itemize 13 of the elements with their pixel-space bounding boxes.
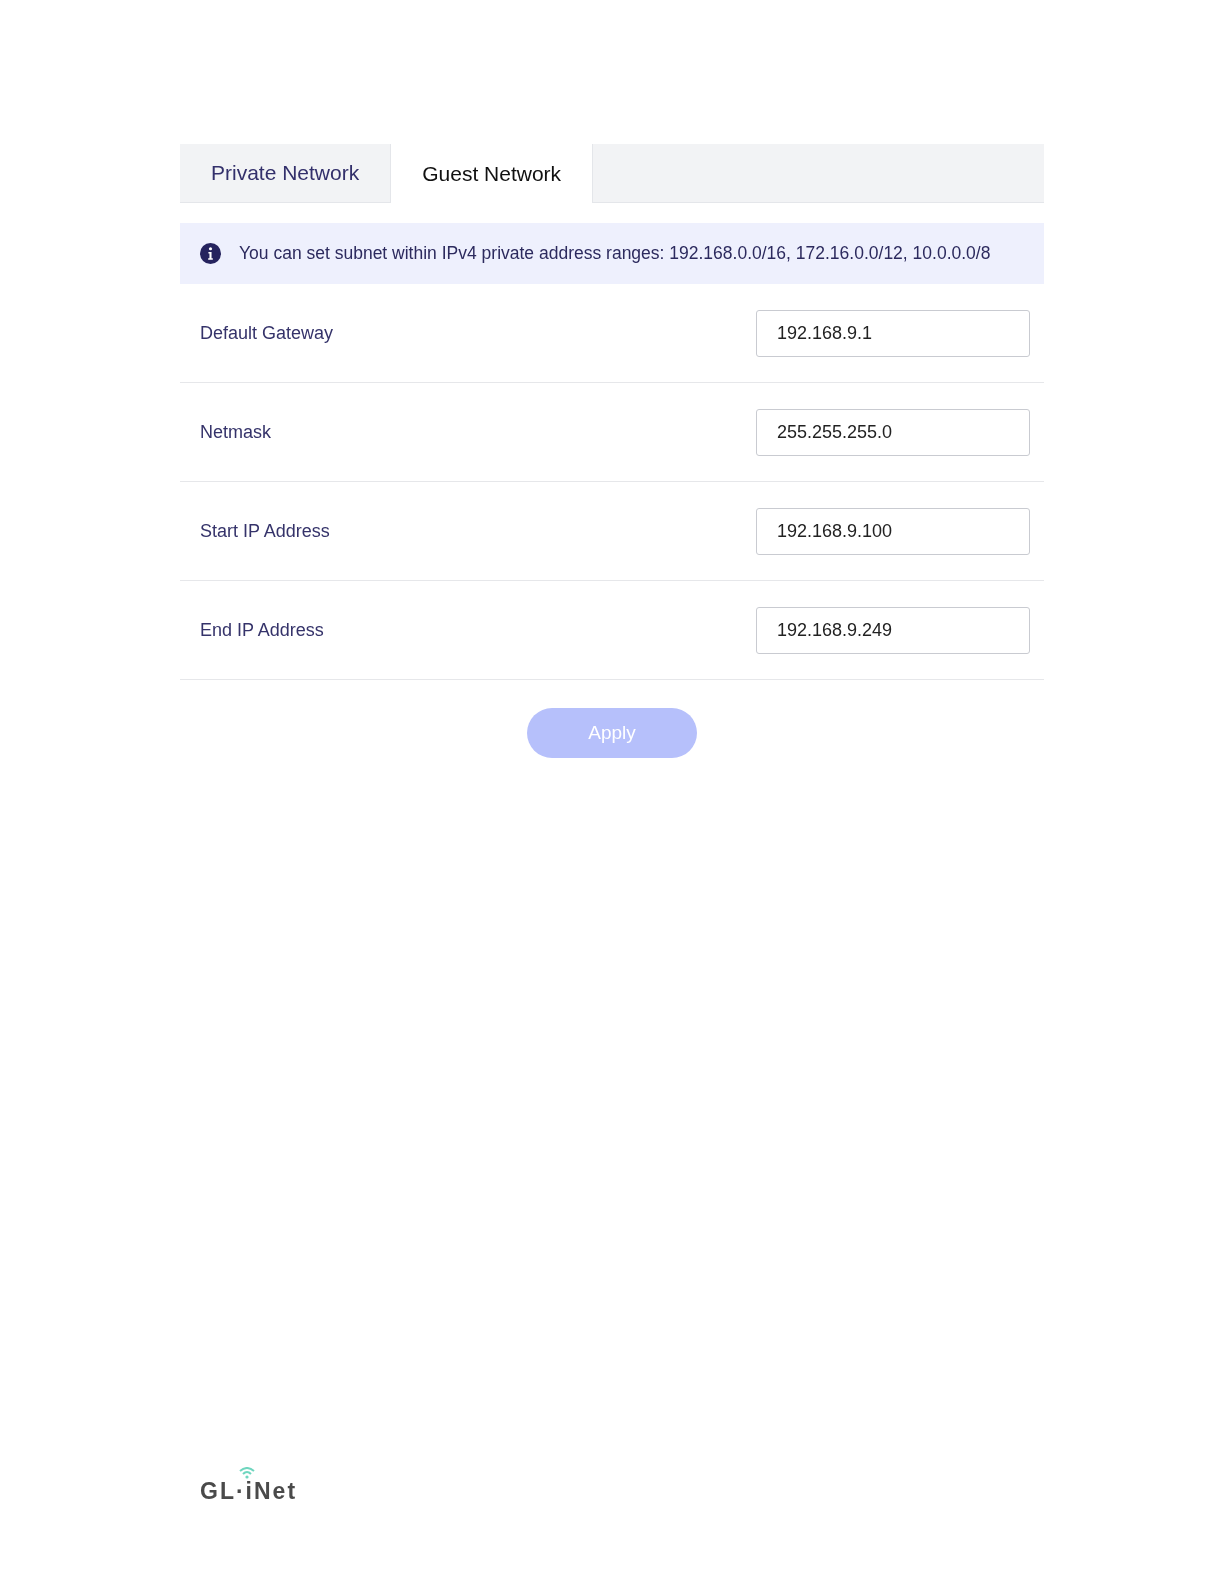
field-label: End IP Address xyxy=(200,618,324,642)
tab[interactable]: Guest Network xyxy=(391,144,594,203)
field-label: Start IP Address xyxy=(200,519,330,543)
field-label: Netmask xyxy=(200,420,271,444)
logo-text: GL·iNet xyxy=(200,1477,298,1506)
notice-text: You can set subnet within IPv4 private address ranges: 192.168.0.0/16, 172.16.0.0/12, 10.0.0.0/8 xyxy=(239,242,991,265)
input-field[interactable]: 255.255.255.0 xyxy=(756,408,1030,456)
input-field[interactable]: 192.168.9.1 xyxy=(756,309,1030,357)
field-label: Default Gateway xyxy=(200,321,334,345)
input-field[interactable]: 192.168.9.100 xyxy=(756,507,1030,555)
wifi-icon xyxy=(239,1467,255,1479)
input-field[interactable]: 192.168.9.249 xyxy=(756,606,1030,654)
info-icon xyxy=(200,243,221,264)
